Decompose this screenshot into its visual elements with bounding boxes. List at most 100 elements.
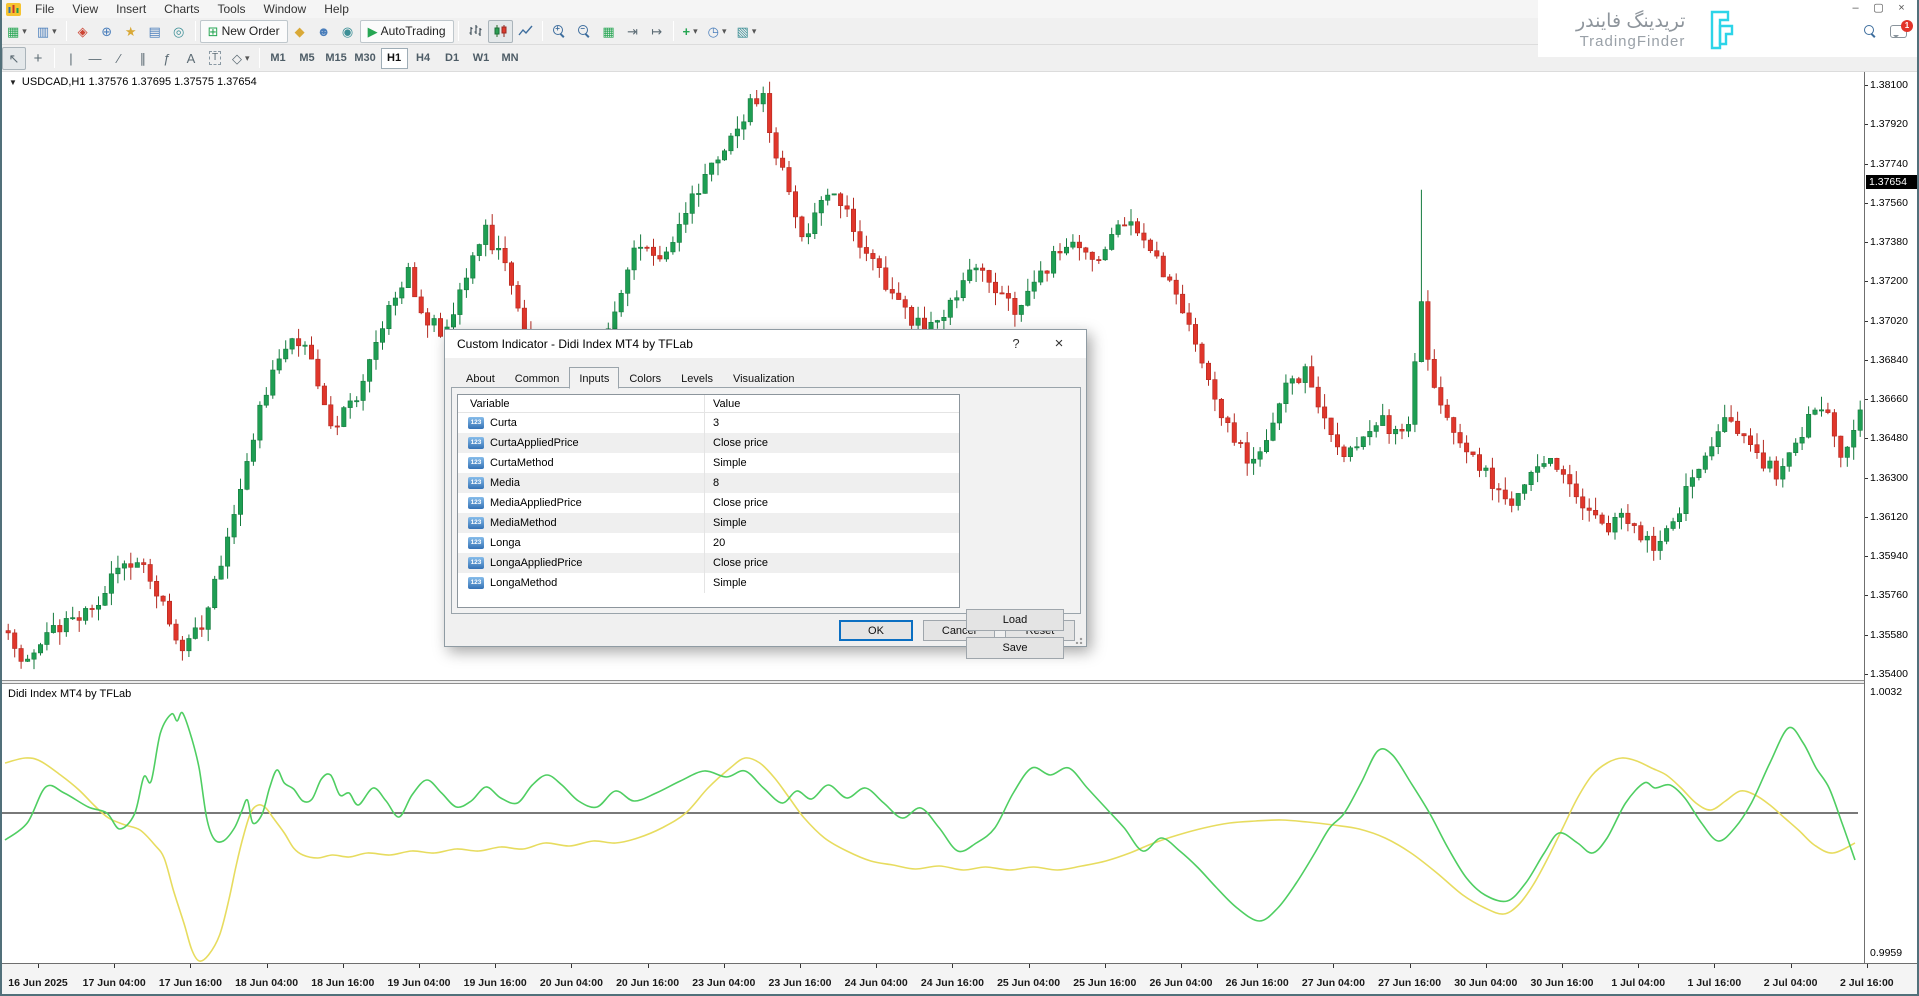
symbol-dropdown-icon[interactable]: ▼: [9, 78, 17, 87]
dialog-tab-levels[interactable]: Levels: [671, 368, 723, 390]
parameter-row[interactable]: 123LongaAppliedPriceClose price: [458, 553, 959, 573]
time-axis-label: 1 Jul 04:00: [1611, 977, 1665, 989]
value-cell[interactable]: 8: [705, 473, 959, 493]
value-cell[interactable]: Simple: [705, 513, 959, 533]
toolbar-separator: [195, 21, 196, 41]
community-button[interactable]: ☻: [312, 20, 336, 43]
cursor-button[interactable]: ↖: [2, 47, 26, 70]
chat-icon[interactable]: 1: [1890, 25, 1907, 38]
channel-button[interactable]: ∥: [131, 47, 155, 70]
restore-button[interactable]: ▢: [1869, 1, 1888, 16]
timeframe-w1[interactable]: W1: [468, 48, 495, 69]
value-cell[interactable]: Close price: [705, 553, 959, 573]
parameter-row[interactable]: 123CurtaAppliedPriceClose price: [458, 433, 959, 453]
value-cell[interactable]: 3: [705, 413, 959, 433]
time-axis-label: 26 Jun 04:00: [1149, 977, 1212, 989]
panel-splitter[interactable]: [2, 680, 1864, 684]
dialog-tab-visualization[interactable]: Visualization: [723, 368, 805, 390]
tile-windows-button[interactable]: ▦: [597, 20, 621, 43]
timeframe-h4[interactable]: H4: [410, 48, 437, 69]
value-cell[interactable]: Simple: [705, 453, 959, 473]
objects-button[interactable]: ◆: [288, 20, 312, 43]
new-order-button[interactable]: ⊞ New Order: [200, 20, 288, 43]
price-axis-label: 1.37380: [1870, 236, 1908, 248]
chart-shift-button[interactable]: ↦: [645, 20, 669, 43]
timeframe-m30[interactable]: M30: [352, 48, 379, 69]
save-button[interactable]: Save: [966, 637, 1064, 659]
value-cell[interactable]: 20: [705, 533, 959, 553]
menu-charts[interactable]: Charts: [155, 1, 208, 17]
dialog-help-button[interactable]: ?: [999, 330, 1033, 358]
ok-button[interactable]: OK: [839, 620, 913, 641]
minimize-button[interactable]: –: [1846, 1, 1865, 16]
timeframe-m1[interactable]: M1: [265, 48, 292, 69]
parameter-row[interactable]: 123MediaMethodSimple: [458, 513, 959, 533]
value-cell[interactable]: Close price: [705, 493, 959, 513]
market-watch-button[interactable]: ◈: [71, 20, 95, 43]
menu-view[interactable]: View: [63, 1, 107, 17]
dialog-tab-about[interactable]: About: [456, 368, 505, 390]
fibonacci-button[interactable]: ƒ: [155, 47, 179, 70]
value-cell[interactable]: Simple: [705, 573, 959, 593]
crosshair-button[interactable]: +: [26, 47, 50, 70]
text-label-button[interactable]: T: [203, 47, 227, 70]
dialog-titlebar[interactable]: Custom Indicator - Didi Index MT4 by TFL…: [445, 330, 1086, 358]
indicators-button[interactable]: + ▾: [678, 20, 703, 43]
zoom-out-button[interactable]: −: [572, 20, 597, 43]
menu-window[interactable]: Window: [255, 1, 316, 17]
menu-file[interactable]: File: [26, 1, 63, 17]
search-icon[interactable]: [1863, 24, 1878, 39]
parameter-row[interactable]: 123MediaAppliedPriceClose price: [458, 493, 959, 513]
parameter-123-icon: 123: [468, 437, 484, 449]
profiles-button[interactable]: ▥ ▾: [32, 20, 62, 43]
arrows-button[interactable]: ◇ ▾: [227, 47, 255, 70]
resize-grip[interactable]: [1075, 635, 1084, 644]
bar-chart-button[interactable]: [463, 20, 488, 43]
strategy-tester-button[interactable]: ◎: [167, 20, 191, 43]
navigator-button[interactable]: ⊕: [95, 20, 119, 43]
vertical-line-button[interactable]: |: [59, 47, 83, 70]
terminal-button[interactable]: ▤: [143, 20, 167, 43]
dialog-close-button[interactable]: ×: [1042, 330, 1076, 358]
time-axis-label: 19 Jun 04:00: [387, 977, 450, 989]
parameter-row[interactable]: 123CurtaMethodSimple: [458, 453, 959, 473]
line-chart-button[interactable]: [513, 20, 538, 43]
menu-insert[interactable]: Insert: [107, 1, 155, 17]
timeframe-d1[interactable]: D1: [439, 48, 466, 69]
periods-button[interactable]: ◷ ▾: [703, 20, 732, 43]
value-cell[interactable]: Close price: [705, 433, 959, 453]
parameter-row[interactable]: 123Media8: [458, 473, 959, 493]
auto-scroll-button[interactable]: ⇥: [621, 20, 645, 43]
menu-tools[interactable]: Tools: [209, 1, 255, 17]
timeframe-mn[interactable]: MN: [497, 48, 524, 69]
zoom-in-button[interactable]: +: [547, 20, 572, 43]
menu-help[interactable]: Help: [315, 1, 358, 17]
trendline-button[interactable]: ∕: [107, 47, 131, 70]
parameter-row[interactable]: 123LongaMethodSimple: [458, 573, 959, 593]
candlestick-chart-button[interactable]: [488, 20, 513, 43]
dialog-tab-inputs[interactable]: Inputs: [569, 367, 619, 389]
parameter-123-icon: 123: [468, 537, 484, 549]
variable-cell: 123LongaAppliedPrice: [458, 553, 705, 573]
timeframe-m15[interactable]: M15: [323, 48, 350, 69]
inputs-tab-page: VariableValue123Curta3123CurtaAppliedPri…: [451, 387, 1081, 614]
sounds-button[interactable]: ◉: [336, 20, 360, 43]
time-axis-label: 23 Jun 04:00: [692, 977, 755, 989]
dialog-tab-common[interactable]: Common: [505, 368, 570, 390]
text-button[interactable]: A: [179, 47, 203, 70]
dialog-tab-colors[interactable]: Colors: [619, 368, 671, 390]
horizontal-line-button[interactable]: —: [83, 47, 107, 70]
variable-name: Media: [490, 473, 520, 493]
parameter-row[interactable]: 123Longa20: [458, 533, 959, 553]
favorites-button[interactable]: ★: [119, 20, 143, 43]
autotrading-button[interactable]: ▶ AutoTrading: [360, 20, 454, 43]
new-chart-button[interactable]: ▦ ▾: [2, 20, 32, 43]
timeframe-m5[interactable]: M5: [294, 48, 321, 69]
parameter-row[interactable]: 123Curta3: [458, 413, 959, 433]
load-button[interactable]: Load: [966, 609, 1064, 631]
dialog-title: Custom Indicator - Didi Index MT4 by TFL…: [457, 337, 693, 351]
timeframe-h1[interactable]: H1: [381, 48, 408, 69]
window-close-button[interactable]: ×: [1892, 1, 1911, 16]
templates-button[interactable]: ▧ ▾: [732, 20, 762, 43]
time-axis-label: 16 Jun 2025: [8, 977, 68, 989]
